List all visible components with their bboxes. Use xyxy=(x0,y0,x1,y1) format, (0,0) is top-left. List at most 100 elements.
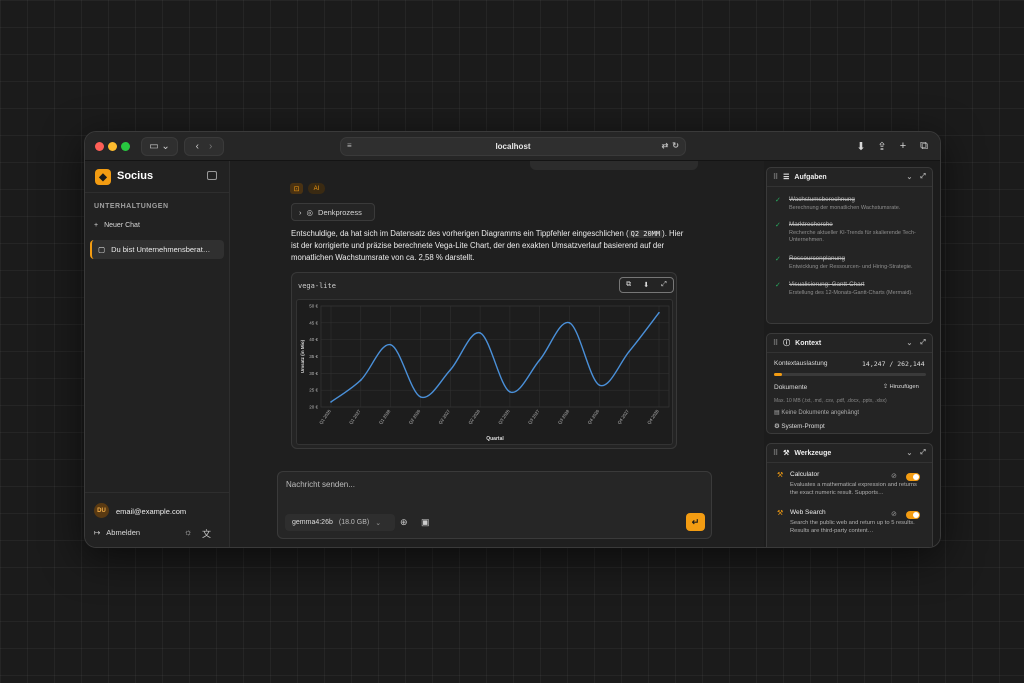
avatar[interactable]: DU xyxy=(94,503,109,518)
sidebar: ◆ Socius UNTERHALTUNGEN + Neuer Chat ▢ D… xyxy=(85,161,230,547)
tasks-title: Aufgaben xyxy=(794,173,827,181)
expand-icon[interactable]: ⤢ xyxy=(920,173,926,181)
drag-handle-icon[interactable]: ⠿ xyxy=(773,449,778,457)
forward-arrow-icon[interactable]: › xyxy=(209,141,212,152)
calculator-toggle[interactable] xyxy=(906,473,920,481)
enter-icon: ↵ xyxy=(691,516,700,527)
x-tick-label: Q2 2028 xyxy=(467,408,481,425)
model-selector[interactable]: gemma4:26b (18.0 GB) ⌄ xyxy=(285,514,395,531)
logout-button[interactable]: ↦ Abmelden xyxy=(94,528,140,537)
message-input[interactable]: Nachricht senden... xyxy=(286,480,355,489)
system-prompt-label: System-Prompt xyxy=(781,423,825,430)
maximize-window-button[interactable] xyxy=(121,142,130,151)
download-icon[interactable]: ⬇ xyxy=(643,281,649,289)
minimize-window-button[interactable] xyxy=(108,142,117,151)
expand-icon[interactable]: ⤢ xyxy=(920,449,926,457)
app-logo-icon: ◆ xyxy=(95,169,111,185)
drag-handle-icon[interactable]: ⠿ xyxy=(773,173,778,181)
task-desc: Recherche aktueller KI-Trends für skalie… xyxy=(789,230,916,243)
x-tick-label: Q3 2028 xyxy=(557,408,571,425)
x-tick-label: Q1 2027 xyxy=(348,408,362,425)
new-tab-icon[interactable]: + xyxy=(895,138,911,154)
chevron-down-icon[interactable]: ⌄ xyxy=(907,173,913,181)
expand-icon[interactable]: ⤢ xyxy=(920,339,926,347)
message-text-1: Entschuldige, da hat sich im Datensatz d… xyxy=(291,229,629,238)
add-document-button[interactable]: ⇪ Hinzufügen xyxy=(883,384,919,390)
data-point xyxy=(449,369,452,371)
chat-title: Du bist Unternehmensberat… xyxy=(111,245,211,254)
page-settings-icon[interactable]: ≡ xyxy=(347,141,352,150)
sidebar-toggle-button[interactable]: ▭ ⌄ xyxy=(141,137,178,156)
share-icon[interactable]: ⇪ xyxy=(874,138,890,154)
data-point xyxy=(509,391,511,393)
approval-icon[interactable]: ⊘ xyxy=(891,472,897,480)
tasks-card: ⠿ ☰ Aufgaben ⌄ ⤢ ✓ Wachstumsberechnung Ber… xyxy=(766,167,933,324)
globe-icon: ◎ xyxy=(306,207,314,217)
x-tick-label: Q1 2026 xyxy=(318,408,332,425)
task-title: Ressourcenplanung xyxy=(789,255,846,262)
app-name: Socius xyxy=(117,170,154,182)
reload-icon[interactable]: ↻ xyxy=(672,141,679,150)
download-icon[interactable]: ⬇ xyxy=(853,138,869,154)
address-bar[interactable]: ≡ localhost ⇄ ↻ xyxy=(340,137,686,156)
y-tick-label: 30 € xyxy=(309,371,318,376)
y-tick-label: 40 € xyxy=(309,337,318,342)
thinking-toggle[interactable]: › ◎ Denkprozess xyxy=(291,203,375,221)
x-tick-label: Q3 2026 xyxy=(497,408,511,425)
url-text: localhost xyxy=(495,142,531,151)
chart-container: 20 € 25 € 30 € 35 € 40 € 45 € 50 € Q1 2026 Q1 20… xyxy=(296,299,673,445)
back-arrow-icon[interactable]: ‹ xyxy=(196,141,199,152)
usage-value: 14,247 / 262,144 xyxy=(862,360,925,368)
web-search-toggle[interactable] xyxy=(906,511,920,519)
assistant-message: Entschuldige, da hat sich im Datensatz d… xyxy=(291,228,691,265)
chevron-down-icon: ⌄ xyxy=(375,519,382,527)
chevron-down-icon[interactable]: ⌄ xyxy=(907,449,913,457)
system-prompt-button[interactable]: ⚙ System-Prompt xyxy=(774,423,825,430)
image-upload-icon[interactable]: ▣ xyxy=(421,517,430,528)
tool-desc: Evaluates a mathematical expression and … xyxy=(790,482,917,496)
language-icon[interactable]: 文 xyxy=(202,527,211,540)
wrench-icon: ⚒ xyxy=(777,510,784,517)
tools-card: ⠿ ⚒ Werkzeuge ⌄ ⤢ ⚒ Calculator Evaluates … xyxy=(766,443,933,547)
history-nav[interactable]: ‹ › xyxy=(184,137,224,156)
tabs-overview-icon[interactable]: ⧉ xyxy=(916,138,932,154)
info-icon: ⓘ xyxy=(783,340,791,347)
approval-icon[interactable]: ⊘ xyxy=(891,510,897,518)
plus-icon: + xyxy=(94,222,99,229)
tasks-icon: ☰ xyxy=(783,174,790,181)
data-point xyxy=(568,322,571,324)
web-search-icon[interactable]: ⊕ xyxy=(400,517,408,528)
model-size: (18.0 GB) xyxy=(338,519,370,526)
close-window-button[interactable] xyxy=(95,142,104,151)
tools-title: Werkzeuge xyxy=(794,449,832,457)
x-tick-label: Q4 2027 xyxy=(616,408,630,425)
sidebar-divider xyxy=(85,192,230,193)
collapse-sidebar-icon[interactable] xyxy=(207,171,217,180)
task-title: Visualisierung: Gantt-Chart xyxy=(789,281,865,288)
previous-message-fragment xyxy=(530,161,698,170)
tool-item: ⚒ Web Search Search the public web and r… xyxy=(777,509,925,535)
ai-badge: AI xyxy=(308,183,325,194)
chevron-down-icon[interactable]: ⌄ xyxy=(907,339,913,347)
new-chat-button[interactable]: + Neuer Chat xyxy=(94,222,140,229)
data-point xyxy=(479,332,481,334)
chart-toolbar: ⧉ ⬇ ⤢ xyxy=(619,277,674,293)
tool-item: ⚒ Calculator Evaluates a mathematical ex… xyxy=(777,471,925,497)
task-desc: Erstellung des 12-Monats-Gantt-Charts (M… xyxy=(789,290,913,296)
tool-name: Web Search xyxy=(790,509,826,516)
x-tick-label: Q2 2027 xyxy=(438,408,452,425)
copy-icon[interactable]: ⧉ xyxy=(626,281,631,289)
x-tick-label: Q3 2027 xyxy=(527,408,541,425)
expand-icon[interactable]: ⤢ xyxy=(661,281,667,289)
theme-toggle-icon[interactable]: ☼ xyxy=(184,527,192,537)
translate-icon[interactable]: ⇄ xyxy=(662,141,669,150)
chat-area: ⊡ AI › ◎ Denkprozess Entschuldige, da ha… xyxy=(230,161,764,547)
task-item: ✓ Ressourcenplanung Entwicklung der Resso… xyxy=(775,255,929,271)
x-tick-label: Q4 2028 xyxy=(646,408,660,425)
context-title: Kontext xyxy=(795,339,822,347)
chat-list-item[interactable]: ▢ Du bist Unternehmensberat… xyxy=(90,240,224,259)
send-button[interactable]: ↵ xyxy=(686,513,705,531)
line-chart: 20 € 25 € 30 € 35 € 40 € 45 € 50 € Q1 2026 Q1 20… xyxy=(300,304,670,442)
data-point xyxy=(419,396,422,398)
drag-handle-icon[interactable]: ⠿ xyxy=(773,339,778,347)
